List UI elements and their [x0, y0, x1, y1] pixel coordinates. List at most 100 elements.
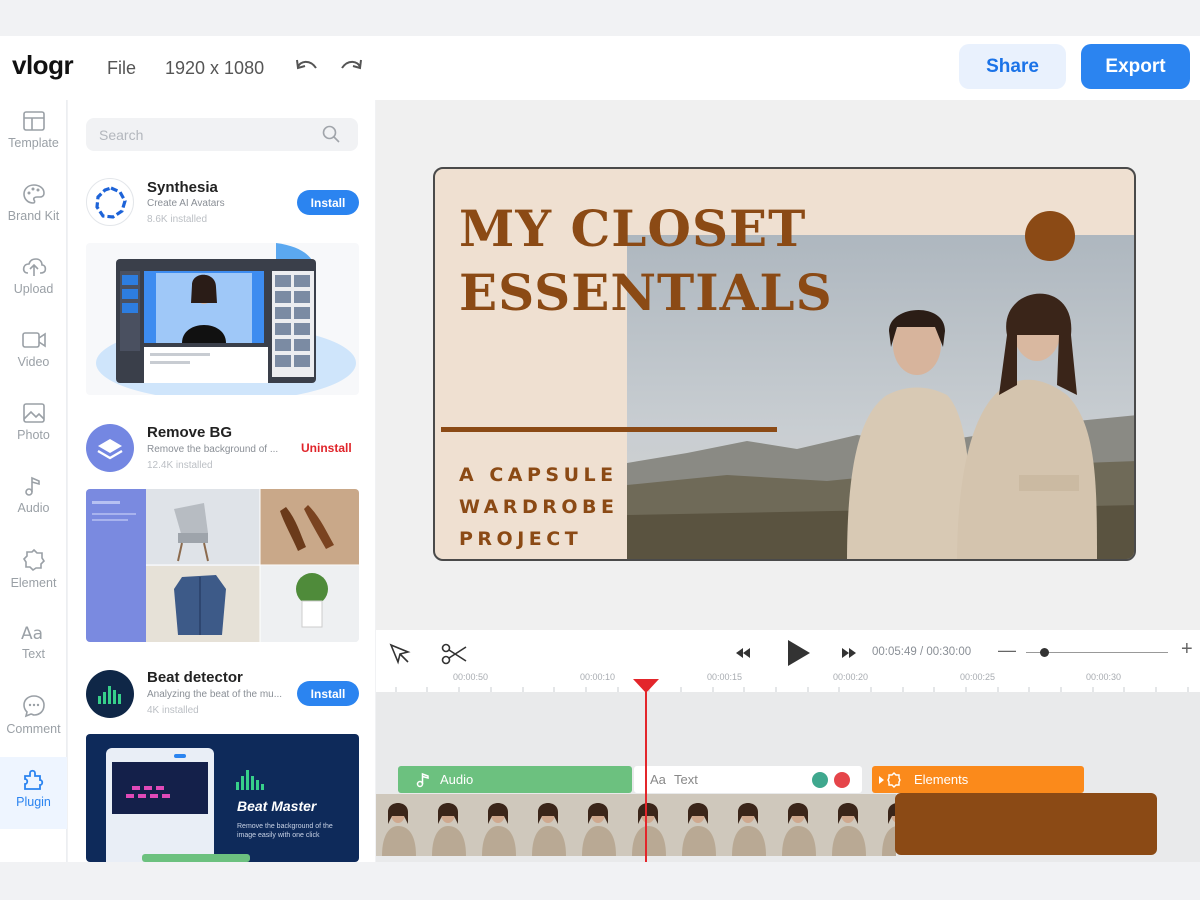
sidebar-item-label: Element [10, 576, 57, 590]
sidebar-item-comment[interactable]: Comment [0, 684, 67, 756]
beat-detector-preview-image: Beat Master Remove the background of the… [86, 734, 359, 862]
audio-track[interactable]: Audio [398, 766, 632, 793]
time-display: 00:05:49 / 00:30:00 [872, 646, 971, 658]
sidebar-item-upload[interactable]: Upload [0, 246, 67, 318]
redo-icon[interactable] [338, 56, 364, 78]
video-frame[interactable]: MY CLOSET ESSENTIALS A CAPSULE WARDROBE … [433, 167, 1136, 561]
current-time: 00:05:49 [872, 646, 917, 658]
elements-track[interactable]: Elements [872, 766, 1084, 793]
remove-bg-logo [86, 424, 134, 472]
svg-text:Aa: Aa [21, 624, 43, 643]
scissors-icon[interactable] [440, 642, 468, 666]
subtitle-line-2: WARDROBE [459, 496, 619, 518]
sidebar-item-label: Audio [17, 501, 50, 515]
playhead-handle[interactable] [633, 679, 659, 693]
plugin-description: Create AI Avatars [147, 198, 225, 209]
comment-icon [22, 695, 45, 718]
uninstall-button[interactable]: Uninstall [301, 441, 352, 455]
rewind-icon[interactable] [734, 646, 752, 660]
ruler-label: 00:00:25 [960, 672, 996, 682]
collaborator-avatar[interactable] [832, 770, 852, 790]
video-icon [21, 332, 46, 348]
sidebar-item-label: Template [8, 136, 59, 150]
undo-icon[interactable] [294, 56, 320, 78]
sidebar-item-template[interactable]: Template [0, 100, 67, 172]
plugin-name: Synthesia [147, 179, 218, 196]
text-track[interactable]: Aa Text [634, 766, 862, 793]
synthesia-logo [86, 178, 134, 226]
title-divider [441, 427, 777, 432]
ruler-label: 00:00:30 [1086, 672, 1122, 682]
bottom-margin [0, 862, 1200, 900]
fast-forward-icon[interactable] [840, 646, 858, 660]
sidebar-item-label: Video [17, 355, 50, 369]
timeline: Audio Aa Text Elements [376, 692, 1200, 862]
sidebar-item-label: Brand Kit [7, 209, 60, 223]
share-button[interactable]: Share [959, 44, 1066, 89]
plugin-install-count: 4K installed [147, 705, 199, 716]
sidebar-item-text[interactable]: Aa Text [0, 611, 67, 683]
music-note-icon [416, 772, 429, 788]
time-separator: / [919, 646, 924, 658]
video-title-line-1: MY CLOSET [459, 199, 807, 258]
ruler-label: 00:00:50 [453, 672, 489, 682]
color-clip[interactable] [895, 793, 1157, 855]
sidebar-item-video[interactable]: Video [0, 319, 67, 391]
zoom-out-button[interactable]: — [998, 640, 1016, 661]
sidebar-item-label: Comment [6, 722, 61, 736]
collaborator-avatar[interactable] [810, 770, 830, 790]
upload-icon [22, 258, 46, 276]
search-input[interactable] [86, 118, 358, 151]
subtitle-line-3: PROJECT [459, 528, 583, 550]
plugin-panel: Synthesia Create AI Avatars 8.6K install… [68, 100, 375, 862]
top-bar: vlogr File 1920 x 1080 Share Export [0, 36, 1200, 100]
video-title[interactable]: MY CLOSET ESSENTIALS [459, 197, 833, 325]
sidebar-item-element[interactable]: Element [0, 538, 67, 610]
sidebar-item-label: Plugin [16, 795, 51, 809]
element-icon [879, 772, 901, 788]
template-icon [22, 111, 45, 131]
resolution-menu[interactable]: 1920 x 1080 [165, 58, 264, 79]
install-button[interactable]: Install [297, 681, 359, 706]
element-icon [22, 548, 45, 572]
search-icon[interactable] [322, 125, 340, 143]
file-menu[interactable]: File [107, 58, 136, 79]
cursor-select-icon[interactable] [388, 642, 412, 666]
beat-preview-title: Beat Master [237, 798, 317, 814]
sidebar-item-audio[interactable]: Audio [0, 465, 67, 537]
subtitle-line-1: A CAPSULE [459, 464, 618, 486]
sidebar-item-brand-kit[interactable]: Brand Kit [0, 173, 67, 245]
plugin-icon [23, 769, 43, 790]
install-button[interactable]: Install [297, 190, 359, 215]
playhead-line[interactable] [645, 688, 647, 862]
text-track-label: Text [674, 772, 698, 787]
zoom-in-button[interactable]: + [1181, 638, 1193, 661]
ruler-label: 00:00:20 [833, 672, 869, 682]
sidebar-item-plugin[interactable]: Plugin [0, 757, 67, 829]
music-note-icon [24, 476, 40, 496]
video-title-line-2: ESSENTIALS [459, 263, 833, 322]
palette-icon [22, 184, 45, 204]
text-track-icon: Aa [650, 772, 666, 787]
export-button[interactable]: Export [1081, 44, 1190, 89]
ruler-label: 00:00:15 [707, 672, 743, 682]
sidebar-item-label: Photo [17, 428, 50, 442]
sidebar-item-label: Text [22, 647, 45, 661]
tool-sidebar: Template Brand Kit Upload Video Photo Au… [0, 100, 67, 862]
app-logo[interactable]: vlogr [12, 50, 74, 81]
photo-icon [22, 403, 45, 423]
text-icon: Aa [21, 624, 43, 643]
zoom-slider-handle[interactable] [1040, 648, 1050, 657]
play-icon[interactable] [784, 638, 812, 668]
audio-track-label: Audio [440, 772, 474, 787]
plugin-install-count: 8.6K installed [147, 214, 208, 225]
beat-preview-description: Remove the background of the image easil… [237, 823, 333, 839]
playback-bar: 00:05:49 / 00:30:00 — + 00:00:50 00:00:1… [376, 630, 1200, 692]
ruler-label: 00:00:10 [580, 672, 616, 682]
sidebar-item-photo[interactable]: Photo [0, 392, 67, 464]
plugin-description: Analyzing the beat of the mu... [147, 689, 283, 700]
plugin-install-count: 12.4K installed [147, 460, 213, 471]
video-clip-filmstrip[interactable] [376, 794, 896, 856]
remove-bg-preview-image [86, 489, 359, 642]
video-subtitle[interactable]: A CAPSULE WARDROBE PROJECT [459, 459, 618, 555]
